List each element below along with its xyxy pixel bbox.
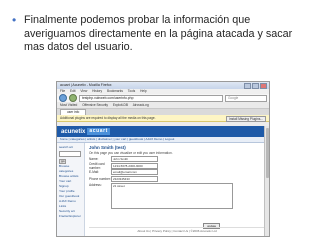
bullet-marker-icon: • bbox=[12, 13, 17, 27]
form-row-address: Address: 21 street bbox=[89, 183, 265, 209]
search-input[interactable]: Google bbox=[225, 94, 267, 102]
close-icon[interactable] bbox=[260, 82, 267, 89]
menu-bookmarks[interactable]: Bookmarks bbox=[107, 89, 123, 93]
field-label: Name: bbox=[89, 157, 99, 162]
bookmark-item[interactable]: Offensive Security bbox=[82, 103, 108, 107]
site-footer: About Us | Privacy Policy | Contact Us |… bbox=[89, 227, 265, 233]
bookmarks-toolbar: Most Visited Offensive Security Exploit-… bbox=[57, 102, 269, 109]
maximize-icon[interactable] bbox=[252, 82, 259, 89]
navigation-bar: testphp.vulnweb.com/userinfo.php Google bbox=[57, 94, 269, 102]
address-bar[interactable]: testphp.vulnweb.com/userinfo.php bbox=[79, 94, 223, 102]
name-field[interactable]: John Smith bbox=[111, 156, 158, 163]
scrollbar-thumb[interactable] bbox=[265, 128, 269, 178]
bookmark-item[interactable]: Exploit-DB bbox=[113, 103, 128, 107]
window-titlebar: acuart | Acunetix - Mozilla Firefox bbox=[57, 82, 269, 89]
phone-field[interactable]: 2323345433 bbox=[111, 175, 158, 182]
menu-history[interactable]: History bbox=[92, 89, 102, 93]
menu-help[interactable]: Help bbox=[140, 89, 147, 93]
bullet-item: • Finalmente podemos probar la informaci… bbox=[12, 13, 312, 55]
bullet-text: Finalmente podemos probar la información… bbox=[24, 14, 293, 53]
address-textarea[interactable]: 21 street bbox=[111, 183, 233, 209]
menu-tools[interactable]: Tools bbox=[128, 89, 135, 93]
bookmark-item[interactable]: Aircrack-ng bbox=[133, 103, 149, 107]
search-art-input[interactable] bbox=[59, 151, 81, 157]
acunetix-logo: acunetix bbox=[61, 128, 86, 135]
sidebar-link[interactable]: Fractal Explorer bbox=[59, 214, 82, 219]
minimize-icon[interactable] bbox=[244, 82, 251, 89]
page-content: search art go Browse categories Browse a… bbox=[57, 143, 269, 236]
menu-view[interactable]: View bbox=[80, 89, 87, 93]
bookmark-item[interactable]: Most Visited bbox=[60, 103, 77, 107]
menu-edit[interactable]: Edit bbox=[70, 89, 76, 93]
field-label: Credit card number: bbox=[89, 161, 105, 170]
infobar-message: Additional plugins are required to displ… bbox=[60, 116, 156, 120]
menu-file[interactable]: File bbox=[60, 89, 65, 93]
field-label: E-Mail: bbox=[89, 170, 99, 175]
email-field[interactable]: email@email.com bbox=[111, 169, 158, 176]
site-sidebar: search art go Browse categories Browse a… bbox=[57, 143, 85, 236]
slide-text-block: • Finalmente podemos probar la informaci… bbox=[12, 13, 312, 55]
address-value: 21 street bbox=[113, 184, 125, 188]
search-art-label: search art bbox=[59, 145, 73, 149]
forward-icon[interactable] bbox=[69, 94, 77, 102]
form-row-phone: Phone number: 2323345433 bbox=[89, 175, 265, 183]
browser-screenshot: acuart | Acunetix - Mozilla Firefox File… bbox=[56, 81, 270, 237]
web-page: acunetix acuart home | categories | arti… bbox=[57, 126, 269, 236]
window-title: acuart | Acunetix - Mozilla Firefox bbox=[60, 83, 112, 87]
acuart-brand: acuart bbox=[87, 128, 110, 135]
plugin-infobar: Additional plugins are required to displ… bbox=[57, 115, 269, 122]
site-header: acunetix acuart bbox=[57, 126, 269, 137]
credit-card-field[interactable]: 1234-5678-2300-9000 bbox=[111, 162, 158, 169]
install-plugins-button[interactable]: Install Missing Plugins... bbox=[225, 115, 266, 122]
back-icon[interactable] bbox=[59, 94, 67, 102]
window-controls bbox=[244, 82, 269, 89]
page-scrollbar[interactable] bbox=[264, 126, 269, 236]
field-label: Phone number: bbox=[89, 176, 111, 181]
sidebar-link[interactable]: Browse categories bbox=[59, 164, 82, 174]
field-label: Address: bbox=[89, 183, 102, 187]
user-info-panel: John Smith (test) On this page you can v… bbox=[85, 143, 269, 236]
